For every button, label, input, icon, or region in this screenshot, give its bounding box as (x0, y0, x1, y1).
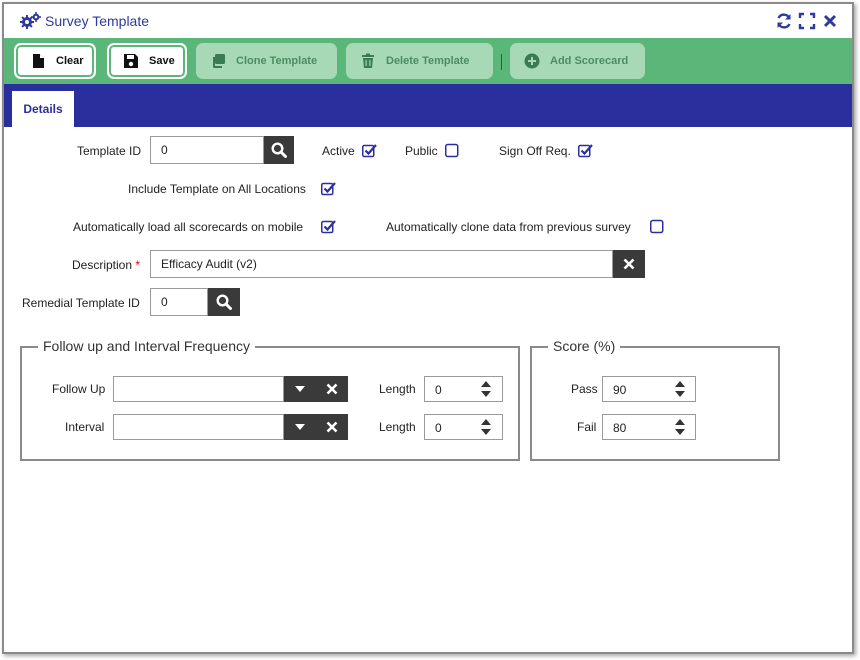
active-label: Active (322, 144, 355, 158)
public-checkbox[interactable] (445, 143, 460, 158)
clone-template-label: Clone Template (236, 55, 318, 67)
followup-group: Follow up and Interval Frequency Follow … (20, 338, 520, 461)
interval-length-label: Length (379, 420, 416, 434)
remedial-template-input[interactable]: 0 (150, 288, 208, 316)
description-input[interactable]: Efficacy Audit (v2) (150, 250, 613, 278)
remedial-search-button[interactable] (208, 288, 240, 316)
close-icon (326, 421, 338, 433)
delete-template-button[interactable]: Delete Template (346, 43, 493, 79)
save-label: Save (149, 55, 175, 67)
fullscreen-icon[interactable] (798, 12, 816, 30)
save-button[interactable]: Save (107, 43, 187, 79)
remedial-template-label: Remedial Template ID (22, 296, 140, 310)
description-label: Description * (72, 258, 141, 272)
search-icon (271, 142, 287, 158)
auto-load-label: Automatically load all scorecards on mob… (73, 220, 304, 234)
toolbar-divider (501, 54, 502, 70)
close-icon (623, 258, 635, 270)
include-all-checkbox[interactable] (321, 181, 336, 196)
file-icon (30, 53, 46, 69)
fail-label: Fail (577, 420, 597, 434)
add-scorecard-button[interactable]: Add Scorecard (510, 43, 645, 79)
score-legend: Score (%) (548, 338, 621, 354)
active-checkbox[interactable] (362, 143, 377, 158)
survey-template-window: Survey Template Clear Save Clone Templat… (2, 2, 854, 654)
interval-select[interactable] (113, 414, 284, 440)
search-icon (216, 294, 232, 310)
template-id-input[interactable]: 0 (150, 136, 264, 164)
add-scorecard-label: Add Scorecard (550, 55, 629, 67)
pass-label: Pass (571, 382, 598, 396)
pass-spinner-icon[interactable] (674, 380, 686, 398)
interval-clear-button[interactable] (316, 414, 348, 440)
interval-label: Interval (65, 420, 105, 434)
follow-length-label: Length (379, 382, 416, 396)
caret-down-icon (295, 424, 305, 430)
interval-dropdown-button[interactable] (284, 414, 316, 440)
tab-details[interactable]: Details (12, 91, 74, 127)
caret-down-icon (295, 386, 305, 392)
auto-clone-checkbox[interactable] (650, 219, 665, 234)
plus-circle-icon (524, 53, 540, 69)
public-label: Public (405, 144, 438, 158)
follow-up-select[interactable] (113, 376, 284, 402)
follow-length-spinner-icon[interactable] (480, 380, 492, 398)
close-icon[interactable] (821, 12, 839, 30)
follow-up-label: Follow Up (52, 382, 106, 396)
gears-icon (20, 12, 42, 30)
template-id-search-button[interactable] (264, 136, 294, 164)
clone-icon (210, 53, 226, 69)
follow-up-clear-button[interactable] (316, 376, 348, 402)
window-title: Survey Template (45, 13, 150, 29)
delete-template-label: Delete Template (386, 55, 470, 67)
trash-icon (360, 53, 376, 69)
interval-length-spinner-icon[interactable] (480, 418, 492, 436)
include-all-label: Include Template on All Locations (128, 182, 306, 196)
fail-spinner-icon[interactable] (674, 418, 686, 436)
follow-up-dropdown-button[interactable] (284, 376, 316, 402)
save-icon (123, 53, 139, 69)
description-clear-button[interactable] (613, 250, 645, 278)
template-id-label: Template ID (77, 144, 142, 158)
auto-load-checkbox[interactable] (321, 219, 336, 234)
close-icon (326, 383, 338, 395)
auto-clone-label: Automatically clone data from previous s… (386, 220, 631, 234)
clone-template-button[interactable]: Clone Template (196, 43, 337, 79)
clear-label: Clear (56, 55, 84, 67)
tab-bar: Details (4, 84, 852, 127)
followup-legend: Follow up and Interval Frequency (38, 338, 255, 354)
refresh-icon[interactable] (775, 12, 793, 30)
score-group: Score (%) Pass 90 Fail 80 (530, 338, 780, 461)
sign-off-label: Sign Off Req. (499, 144, 571, 158)
toolbar: Clear Save Clone Template Delete Templat… (4, 38, 852, 84)
sign-off-checkbox[interactable] (578, 143, 593, 158)
title-bar: Survey Template (4, 4, 852, 38)
clear-button[interactable]: Clear (14, 43, 96, 79)
required-marker: * (135, 258, 141, 272)
